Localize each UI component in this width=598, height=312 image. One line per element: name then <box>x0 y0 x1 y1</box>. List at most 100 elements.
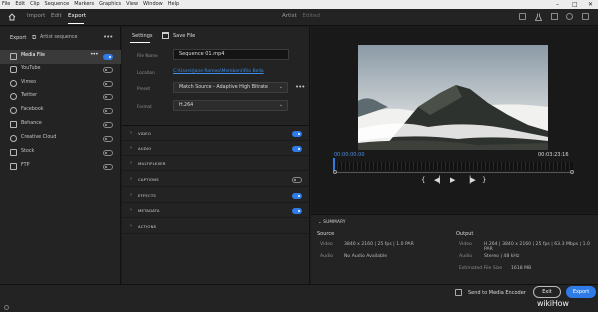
mark-in-icon[interactable]: { <box>421 176 425 184</box>
section-captions[interactable]: › CAPTIONS <box>122 173 310 187</box>
destination-toggle[interactable] <box>103 54 113 60</box>
vimeo-icon <box>10 80 17 87</box>
section-video[interactable]: › VIDEO <box>122 127 310 141</box>
destination-stock[interactable]: Stock <box>0 146 121 160</box>
section-audio[interactable]: › AUDIO <box>122 142 310 156</box>
file-name-input[interactable]: Sequence 01.mp4 <box>173 49 289 60</box>
quick-export-icon[interactable] <box>551 13 558 20</box>
send-to-encoder-label[interactable]: Send to Media Encoder <box>468 290 526 296</box>
menu-edit[interactable]: Edit <box>15 0 25 9</box>
location-link[interactable]: C:\Users\Jane Romeo\Members\Rio Bella <box>173 69 264 74</box>
section-toggle[interactable] <box>292 131 302 137</box>
menu-sequence[interactable]: Sequence <box>45 0 70 9</box>
close-icon[interactable]: ✕ <box>588 0 593 9</box>
section-metadata[interactable]: › METADATA <box>122 204 310 218</box>
format-label: Format <box>137 104 152 109</box>
destination-media-file[interactable]: Media File ••• <box>0 50 121 64</box>
destination-creative-cloud[interactable]: Creative Cloud <box>0 132 121 146</box>
maximize-icon[interactable]: □ <box>572 0 578 9</box>
menu-markers[interactable]: Markers <box>74 0 94 9</box>
panel-title: Export <box>10 35 27 41</box>
destination-toggle[interactable] <box>103 67 113 73</box>
destination-toggle[interactable] <box>103 81 113 87</box>
preset-select[interactable]: Match Source - Adaptive High Bitrate ⌄ <box>173 82 288 93</box>
destination-label: Media File <box>21 53 45 58</box>
timecode-in[interactable]: 00:00:00:00 <box>334 152 365 158</box>
tab-export[interactable]: Export <box>68 13 86 19</box>
beaker-icon[interactable] <box>535 13 542 21</box>
range-bar <box>335 172 572 173</box>
section-toggle[interactable] <box>292 208 302 214</box>
destination-toggle[interactable] <box>103 150 113 156</box>
output-audio-label: Audio <box>459 254 473 259</box>
menu-graphics[interactable]: Graphics <box>99 0 121 9</box>
destination-twitter[interactable]: Twitter <box>0 90 121 104</box>
menu-view[interactable]: View <box>126 0 138 9</box>
section-label: CAPTIONS <box>138 177 159 182</box>
step-back-icon[interactable]: ◀▏ <box>434 176 445 184</box>
destination-ftp[interactable]: FTP <box>0 160 121 174</box>
destination-toggle[interactable] <box>103 94 113 100</box>
file-size-value: 1618 MB <box>511 266 532 271</box>
section-toggle[interactable] <box>292 177 302 183</box>
source-heading: Source <box>317 231 335 237</box>
destination-label: Facebook <box>21 107 44 112</box>
destination-toggle[interactable] <box>103 108 113 114</box>
destination-toggle[interactable] <box>103 122 113 128</box>
section-actions[interactable]: › ACTIONS <box>122 220 310 234</box>
preset-more-icon[interactable]: ••• <box>295 83 305 91</box>
save-file-button[interactable]: Save File <box>173 33 195 39</box>
menu-file[interactable]: File <box>2 0 10 9</box>
summary-title[interactable]: ⌄ SUMMARY <box>318 219 346 224</box>
more-options-icon[interactable]: ••• <box>103 33 113 41</box>
destination-label: Stock <box>21 149 35 154</box>
play-icon[interactable]: ▶ <box>450 176 455 184</box>
format-select[interactable]: H.264 ⌄ <box>173 100 288 111</box>
progress-icon[interactable] <box>566 13 573 20</box>
timeline-scrubber[interactable] <box>333 162 573 170</box>
menu-window[interactable]: Window <box>143 0 163 9</box>
save-icon <box>162 32 169 39</box>
export-button[interactable]: Export <box>566 286 596 298</box>
checkbox-send-to-encoder[interactable] <box>455 289 462 296</box>
chevron-right-icon: › <box>130 176 132 182</box>
destination-label: YouTube <box>21 66 41 71</box>
timeline-ticks <box>333 162 573 170</box>
range-start-handle[interactable] <box>333 170 337 174</box>
settings-tab-underline <box>130 42 150 43</box>
facebook-icon <box>10 107 17 114</box>
tab-edit[interactable]: Edit <box>51 13 62 19</box>
menu-clip[interactable]: Clip <box>30 0 39 9</box>
timecode-out[interactable]: 00:03:23:16 <box>538 152 569 158</box>
destination-facebook[interactable]: Facebook <box>0 104 121 118</box>
mark-out-icon[interactable]: } <box>482 176 486 184</box>
source-audio-value: No Audio Available <box>344 254 388 259</box>
project-status: Edited <box>302 13 321 19</box>
destination-vimeo[interactable]: Vimeo <box>0 77 121 91</box>
minimize-icon[interactable]: – <box>556 0 559 9</box>
fullscreen-icon[interactable] <box>519 13 526 20</box>
section-multiplexer[interactable]: › MULTIPLEXER <box>122 157 310 171</box>
sequence-name[interactable]: Artist sequence <box>40 35 78 40</box>
destination-toggle[interactable] <box>103 136 113 142</box>
active-tab-underline <box>68 23 84 24</box>
home-icon[interactable] <box>8 13 16 21</box>
tab-settings[interactable]: Settings <box>132 33 153 39</box>
destination-behance[interactable]: Behance <box>0 118 121 132</box>
menu-help[interactable]: Help <box>168 0 179 9</box>
source-video-label: Video <box>320 242 333 247</box>
panel-icon[interactable] <box>582 13 589 20</box>
destination-youtube[interactable]: YouTube <box>0 63 121 77</box>
step-forward-icon[interactable]: ▕▶ <box>465 176 476 184</box>
tab-import[interactable]: Import <box>27 13 45 19</box>
section-effects[interactable]: › EFFECTS <box>122 189 310 203</box>
range-end-handle[interactable] <box>570 170 574 174</box>
exit-button[interactable]: Exit <box>533 286 561 298</box>
scroll-handle[interactable] <box>4 305 9 310</box>
destination-more-icon[interactable]: ••• <box>90 51 99 58</box>
section-label: VIDEO <box>138 131 152 136</box>
section-toggle[interactable] <box>292 193 302 199</box>
destination-toggle[interactable] <box>103 164 113 170</box>
section-toggle[interactable] <box>292 146 302 152</box>
creative-cloud-icon <box>10 135 17 142</box>
